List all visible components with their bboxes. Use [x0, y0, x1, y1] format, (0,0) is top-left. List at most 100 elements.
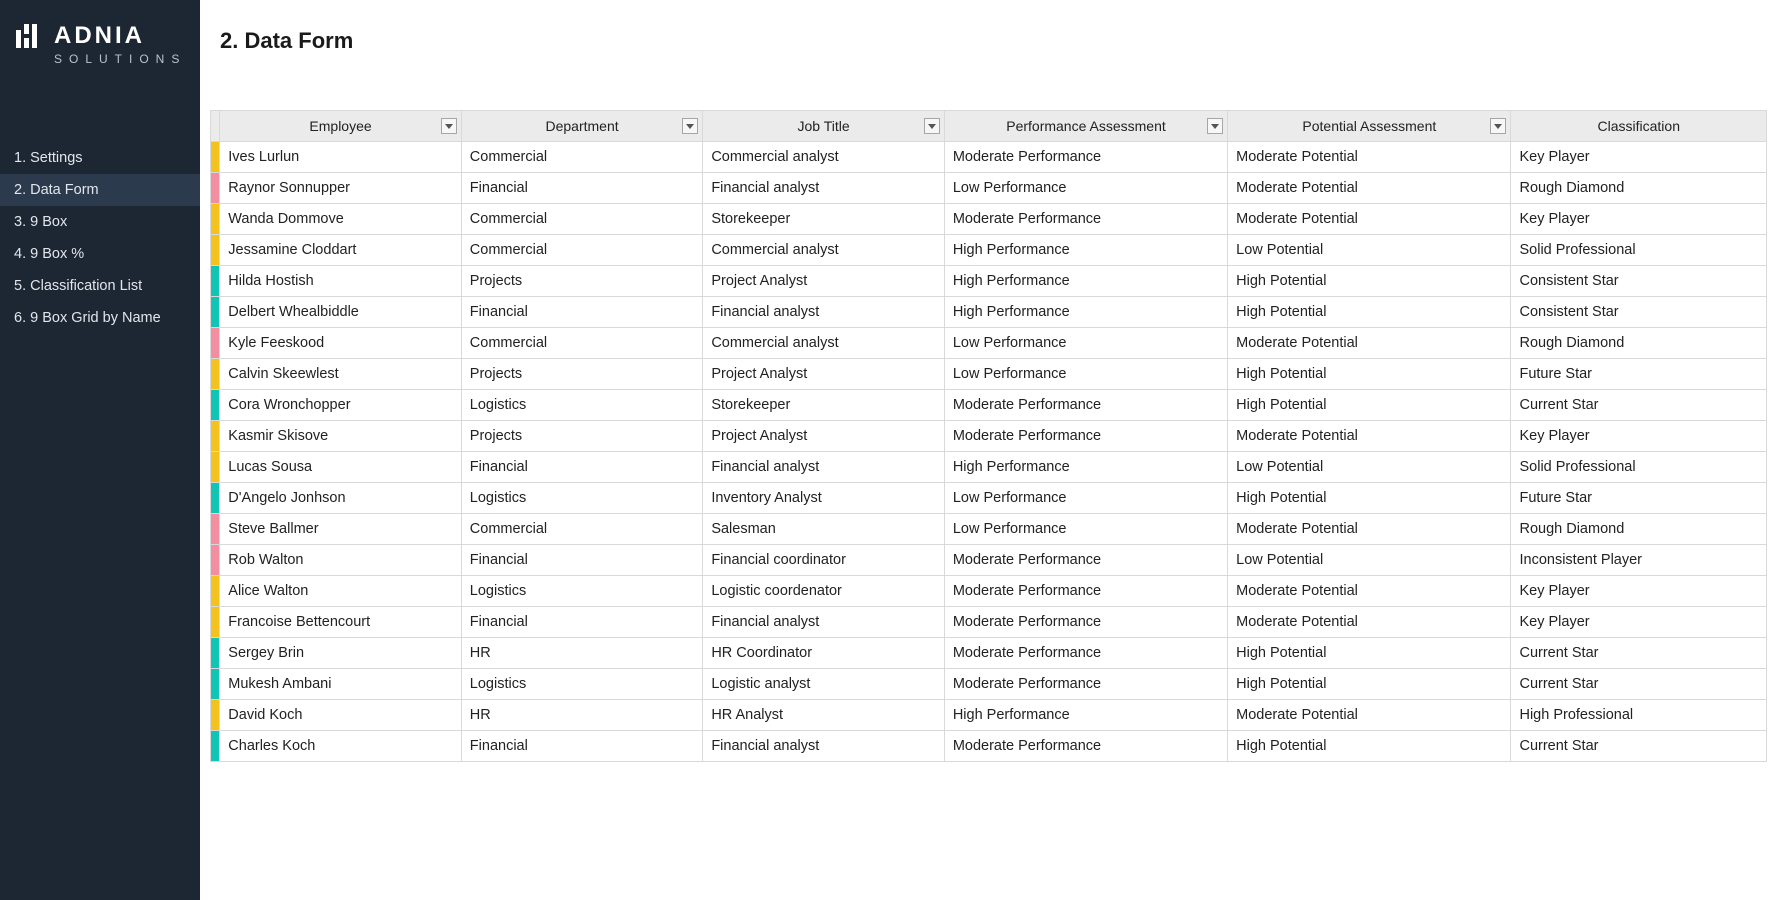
table-row[interactable]: Alice WaltonLogisticsLogistic coordenato…: [211, 576, 1767, 607]
cell-employee: Sergey Brin: [220, 638, 462, 669]
cell-department: Projects: [461, 421, 703, 452]
row-marker: [211, 266, 220, 297]
row-marker: [211, 700, 220, 731]
filter-dropdown-icon[interactable]: [441, 118, 457, 134]
cell-perf: Moderate Performance: [944, 669, 1227, 700]
cell-cls: Solid Professional: [1511, 235, 1767, 266]
main-content: 2. Data Form EmployeeDepartmentJob Title…: [200, 0, 1777, 900]
cell-job: Storekeeper: [703, 390, 945, 421]
table-row[interactable]: Kyle FeeskoodCommercialCommercial analys…: [211, 328, 1767, 359]
table-body: Ives LurlunCommercialCommercial analystM…: [211, 142, 1767, 762]
cell-department: Logistics: [461, 390, 703, 421]
cell-department: Commercial: [461, 204, 703, 235]
table-row[interactable]: D'Angelo JonhsonLogisticsInventory Analy…: [211, 483, 1767, 514]
cell-job: HR Analyst: [703, 700, 945, 731]
cell-job: Financial coordinator: [703, 545, 945, 576]
cell-perf: Low Performance: [944, 173, 1227, 204]
cell-pot: Low Potential: [1228, 452, 1511, 483]
nav-item-4[interactable]: 5. Classification List: [0, 270, 200, 302]
table-row[interactable]: Wanda DommoveCommercialStorekeeperModera…: [211, 204, 1767, 235]
table-row[interactable]: Sergey BrinHRHR CoordinatorModerate Perf…: [211, 638, 1767, 669]
cell-cls: Solid Professional: [1511, 452, 1767, 483]
cell-job: Logistic coordenator: [703, 576, 945, 607]
cell-pot: Moderate Potential: [1228, 514, 1511, 545]
table-row[interactable]: Ives LurlunCommercialCommercial analystM…: [211, 142, 1767, 173]
table-row[interactable]: Kasmir SkisoveProjectsProject AnalystMod…: [211, 421, 1767, 452]
column-header-0: Employee: [220, 111, 462, 142]
cell-department: Financial: [461, 452, 703, 483]
cell-job: Salesman: [703, 514, 945, 545]
cell-department: Projects: [461, 359, 703, 390]
sidebar: ADNIA SOLUTIONS 1. Settings2. Data Form3…: [0, 0, 200, 900]
filter-dropdown-icon[interactable]: [682, 118, 698, 134]
table-row[interactable]: Calvin SkeewlestProjectsProject AnalystL…: [211, 359, 1767, 390]
cell-employee: Kyle Feeskood: [220, 328, 462, 359]
row-marker: [211, 483, 220, 514]
table-row[interactable]: Steve BallmerCommercialSalesmanLow Perfo…: [211, 514, 1767, 545]
nav-item-1[interactable]: 2. Data Form: [0, 174, 200, 206]
cell-pot: Moderate Potential: [1228, 173, 1511, 204]
nav-item-2[interactable]: 3. 9 Box: [0, 206, 200, 238]
cell-job: Inventory Analyst: [703, 483, 945, 514]
cell-employee: Lucas Sousa: [220, 452, 462, 483]
cell-employee: Francoise Bettencourt: [220, 607, 462, 638]
cell-cls: Key Player: [1511, 607, 1767, 638]
table-row[interactable]: Rob WaltonFinancialFinancial coordinator…: [211, 545, 1767, 576]
row-marker: [211, 421, 220, 452]
cell-job: Financial analyst: [703, 607, 945, 638]
column-header-5: Classification: [1511, 111, 1767, 142]
cell-pot: High Potential: [1228, 359, 1511, 390]
cell-pot: Moderate Potential: [1228, 421, 1511, 452]
table-row[interactable]: Francoise BettencourtFinancialFinancial …: [211, 607, 1767, 638]
table-row[interactable]: Mukesh AmbaniLogisticsLogistic analystMo…: [211, 669, 1767, 700]
cell-cls: Key Player: [1511, 421, 1767, 452]
cell-pot: High Potential: [1228, 731, 1511, 762]
table-row[interactable]: David KochHRHR AnalystHigh PerformanceMo…: [211, 700, 1767, 731]
filter-dropdown-icon[interactable]: [924, 118, 940, 134]
cell-cls: Rough Diamond: [1511, 514, 1767, 545]
table-row[interactable]: Charles KochFinancialFinancial analystMo…: [211, 731, 1767, 762]
nav-item-0[interactable]: 1. Settings: [0, 142, 200, 174]
brand-name: ADNIA: [54, 22, 145, 50]
row-marker: [211, 452, 220, 483]
table-row[interactable]: Hilda HostishProjectsProject AnalystHigh…: [211, 266, 1767, 297]
table-row[interactable]: Raynor SonnupperFinancialFinancial analy…: [211, 173, 1767, 204]
table-row[interactable]: Delbert WhealbiddleFinancialFinancial an…: [211, 297, 1767, 328]
table-row[interactable]: Jessamine CloddartCommercialCommercial a…: [211, 235, 1767, 266]
row-marker: [211, 390, 220, 421]
cell-cls: Current Star: [1511, 638, 1767, 669]
cell-department: Financial: [461, 545, 703, 576]
row-marker: [211, 576, 220, 607]
cell-employee: Calvin Skeewlest: [220, 359, 462, 390]
cell-perf: High Performance: [944, 235, 1227, 266]
column-header-1: Department: [461, 111, 703, 142]
column-header-2: Job Title: [703, 111, 945, 142]
cell-department: Logistics: [461, 483, 703, 514]
filter-dropdown-icon[interactable]: [1490, 118, 1506, 134]
filter-dropdown-icon[interactable]: [1207, 118, 1223, 134]
cell-department: Commercial: [461, 142, 703, 173]
cell-department: Financial: [461, 731, 703, 762]
cell-pot: Moderate Potential: [1228, 204, 1511, 235]
cell-cls: Future Star: [1511, 483, 1767, 514]
cell-perf: Moderate Performance: [944, 390, 1227, 421]
data-table: EmployeeDepartmentJob TitlePerformance A…: [210, 110, 1767, 762]
nav-item-3[interactable]: 4. 9 Box %: [0, 238, 200, 270]
row-marker: [211, 359, 220, 390]
cell-pot: High Potential: [1228, 266, 1511, 297]
cell-department: HR: [461, 700, 703, 731]
cell-perf: Moderate Performance: [944, 421, 1227, 452]
table-row[interactable]: Lucas SousaFinancialFinancial analystHig…: [211, 452, 1767, 483]
column-header-label: Potential Assessment: [1228, 112, 1510, 140]
table-row[interactable]: Cora WronchopperLogisticsStorekeeperMode…: [211, 390, 1767, 421]
cell-employee: Jessamine Cloddart: [220, 235, 462, 266]
cell-job: Commercial analyst: [703, 142, 945, 173]
cell-cls: Current Star: [1511, 731, 1767, 762]
cell-department: Projects: [461, 266, 703, 297]
nav-item-5[interactable]: 6. 9 Box Grid by Name: [0, 302, 200, 334]
cell-cls: Rough Diamond: [1511, 328, 1767, 359]
cell-employee: Steve Ballmer: [220, 514, 462, 545]
cell-perf: Low Performance: [944, 328, 1227, 359]
cell-employee: Hilda Hostish: [220, 266, 462, 297]
cell-employee: Rob Walton: [220, 545, 462, 576]
